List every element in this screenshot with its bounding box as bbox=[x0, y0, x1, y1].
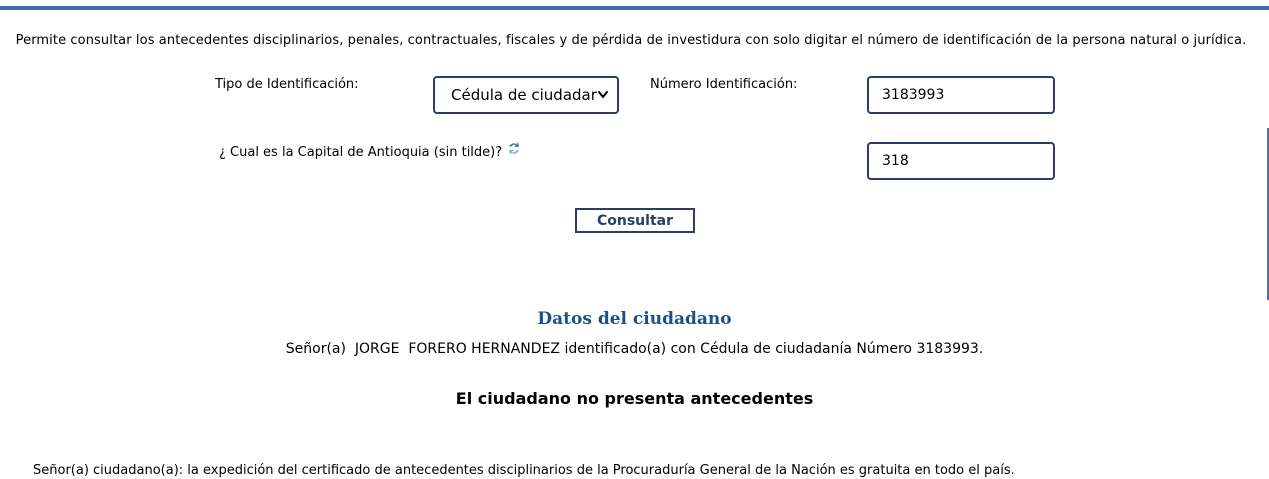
tipo-identificacion-selected: Cédula de ciudadar bbox=[451, 86, 597, 104]
footer-note: Señor(a) ciudadano(a): la expedición del… bbox=[33, 463, 1015, 478]
intro-text: Permite consultar los antecedentes disci… bbox=[15, 33, 1247, 48]
chevron-down-icon bbox=[598, 91, 608, 98]
antecedentes-status: El ciudadano no presenta antecedentes bbox=[455, 389, 814, 408]
citizen-info-line: Señor(a) JORGE FORERO HERNANDEZ identifi… bbox=[285, 341, 984, 357]
consultar-button[interactable]: Consultar bbox=[575, 208, 695, 233]
refresh-icon[interactable] bbox=[505, 140, 523, 158]
security-answer-input[interactable] bbox=[867, 142, 1055, 180]
numero-identificacion-input[interactable] bbox=[867, 76, 1055, 114]
tipo-identificacion-label: Tipo de Identificación: bbox=[215, 77, 359, 92]
top-accent-bar bbox=[0, 6, 1269, 10]
security-question-label: ¿ Cual es la Capital de Antioquia (sin t… bbox=[219, 145, 503, 160]
datos-ciudadano-title: Datos del ciudadano bbox=[537, 309, 732, 329]
tipo-identificacion-select[interactable]: Cédula de ciudadar bbox=[433, 76, 619, 114]
numero-identificacion-label: Número Identificación: bbox=[650, 77, 798, 92]
